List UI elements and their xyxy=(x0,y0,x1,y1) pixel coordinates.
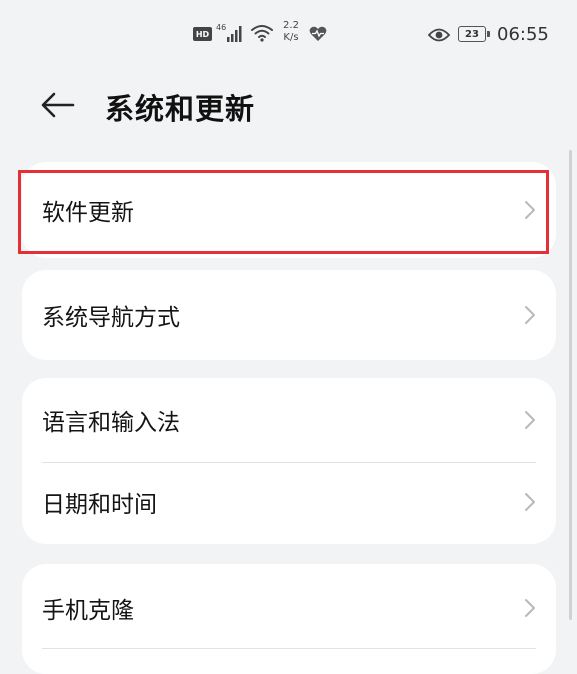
chevron-right-icon xyxy=(525,599,535,617)
software-update-label: 软件更新 xyxy=(42,200,134,226)
system-navigation-item[interactable]: 系统导航方式 xyxy=(22,270,556,360)
chevron-right-icon xyxy=(525,411,535,429)
date-time-label: 日期和时间 xyxy=(42,492,157,518)
cellular-signal-icon: 46 xyxy=(216,23,242,42)
status-bar: HD 46 2.2 K/s 23 06:55 xyxy=(0,0,577,70)
hd-label: HD xyxy=(195,29,210,39)
chevron-right-icon xyxy=(525,306,535,324)
language-input-item[interactable]: 语言和输入法 xyxy=(22,378,556,462)
clock: 06:55 xyxy=(497,24,549,45)
software-update-item[interactable]: 软件更新 xyxy=(22,162,556,258)
network-speed: 2.2 K/s xyxy=(279,20,303,44)
back-arrow-icon[interactable] xyxy=(38,85,78,125)
settings-group-phone-clone: 手机克隆 xyxy=(22,564,556,674)
health-heart-icon xyxy=(309,26,327,41)
network-speed-unit: K/s xyxy=(283,32,299,43)
date-time-item[interactable]: 日期和时间 xyxy=(22,463,556,541)
scrollbar[interactable] xyxy=(569,150,572,620)
divider xyxy=(42,648,536,649)
phone-clone-label: 手机克隆 xyxy=(42,598,134,624)
battery-level: 23 xyxy=(465,28,479,40)
chevron-right-icon xyxy=(525,493,535,511)
chevron-right-icon xyxy=(525,201,535,219)
network-type-label: 46 xyxy=(216,23,226,32)
page-title: 系统和更新 xyxy=(105,92,256,126)
settings-group-navigation: 系统导航方式 xyxy=(22,270,556,360)
eye-comfort-icon xyxy=(428,28,450,42)
settings-group-language-time: 语言和输入法 日期和时间 xyxy=(22,378,556,544)
hd-voice-icon: HD xyxy=(193,27,212,41)
wifi-icon xyxy=(251,25,273,42)
phone-clone-item[interactable]: 手机克隆 xyxy=(22,564,556,652)
network-speed-value: 2.2 xyxy=(283,20,299,31)
system-navigation-label: 系统导航方式 xyxy=(42,305,180,331)
language-input-label: 语言和输入法 xyxy=(42,410,180,436)
settings-group-software-update: 软件更新 xyxy=(22,162,556,258)
battery-icon: 23 xyxy=(458,26,490,42)
